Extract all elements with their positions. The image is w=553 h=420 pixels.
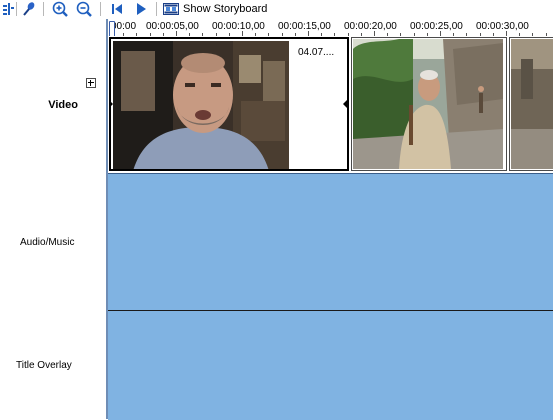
audio-music-track[interactable] (108, 173, 553, 311)
video-clip[interactable]: 04.07.... (109, 37, 349, 171)
audio-music-track-label: Audio/Music (20, 237, 75, 248)
storyboard-filmstrip-icon (163, 3, 179, 15)
narrate-timeline-button[interactable] (20, 1, 38, 17)
ruler-label: 00:00:05,00 (146, 21, 199, 32)
ruler-label: 00:00:15,00 (278, 21, 331, 32)
zoom-out-icon (76, 1, 92, 17)
clip-thumbnail (511, 39, 553, 169)
clip-name: 04.07.... (298, 47, 335, 58)
ruler-label: 00:00:20,00 (344, 21, 397, 32)
title-overlay-track[interactable] (108, 310, 553, 420)
playback-indicator[interactable] (109, 21, 115, 37)
play-button[interactable] (132, 1, 150, 17)
video-clip[interactable] (351, 37, 507, 171)
rewind-button[interactable] (108, 1, 126, 17)
clip-end-marker (343, 100, 347, 108)
show-storyboard-button[interactable]: Show Storyboard (163, 1, 273, 17)
zoom-in-icon (52, 1, 68, 17)
rewind-icon (112, 4, 122, 14)
ruler-label: 00:00:30,00 (476, 21, 529, 32)
title-overlay-track-label: Title Overlay (16, 360, 72, 371)
video-clip[interactable] (509, 37, 553, 171)
expand-video-track-icon[interactable] (86, 78, 96, 88)
timeline-options-button[interactable] (1, 1, 15, 17)
timeline-toolbar: Show Storyboard (0, 0, 553, 19)
ruler-label: 00:00:10,00 (212, 21, 265, 32)
video-track-label: Video (48, 99, 78, 111)
narrate-microphone-icon (23, 2, 35, 16)
play-icon (137, 3, 146, 15)
clip-thumbnail (113, 41, 289, 169)
ruler-label: 00:00:25,00 (410, 21, 463, 32)
zoom-out-button[interactable] (75, 1, 93, 17)
clip-thumbnail (353, 39, 503, 169)
zoom-in-button[interactable] (51, 1, 69, 17)
timeline-ruler[interactable]: 00:00 00:00:05,00 00:00:10,00 00:00:15,0… (108, 19, 553, 37)
timeline-options-icon (3, 3, 14, 15)
video-track: 04.07.... (108, 36, 553, 173)
clip-start-marker (109, 100, 113, 108)
show-storyboard-label: Show Storyboard (183, 3, 268, 15)
